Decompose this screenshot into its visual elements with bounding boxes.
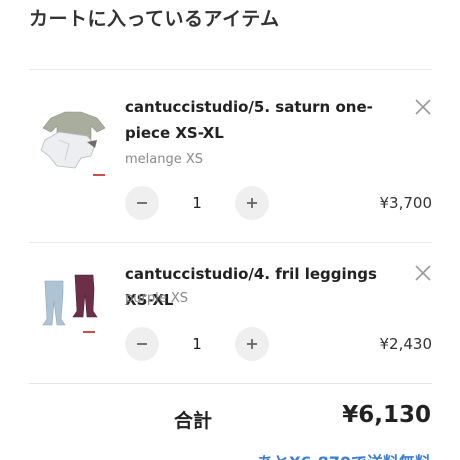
plus-icon [247,198,257,208]
quantity-value: 1 [192,335,202,353]
item-price: ¥2,430 [379,335,433,353]
decrease-quantity-button[interactable] [125,186,159,220]
item-variant: purple XS [125,291,188,306]
plus-icon [247,339,257,349]
cart-item: cantuccistudio/5. saturn one-piece XS-XL… [29,70,432,242]
total-value: ¥6,130 [342,402,431,428]
item-price: ¥3,700 [379,194,433,212]
divider [29,383,432,384]
increase-quantity-button[interactable] [235,327,269,361]
minus-icon [137,202,147,204]
close-icon [415,99,431,115]
remove-item-button[interactable] [414,98,432,116]
product-thumbnail[interactable] [35,271,117,353]
increase-quantity-button[interactable] [235,186,269,220]
decrease-quantity-button[interactable] [125,327,159,361]
total-label: 合計 [174,410,213,432]
quantity-value: 1 [192,194,202,212]
free-shipping-note[interactable]: あと¥6,870で送料無料 [257,449,431,460]
close-icon [415,265,431,281]
minus-icon [137,343,147,345]
item-variant: melange XS [125,152,204,167]
remove-item-button[interactable] [414,264,432,282]
cart-page: カートに入っているアイテム cantuccistudio/5. saturn o… [0,0,460,460]
item-name[interactable]: cantuccistudio/5. saturn one-piece XS-XL [125,94,393,146]
cart-item: cantuccistudio/4. fril leggings XS-XL pu… [29,243,432,383]
product-thumbnail[interactable] [35,106,117,188]
page-title: カートに入っているアイテム [29,8,280,30]
